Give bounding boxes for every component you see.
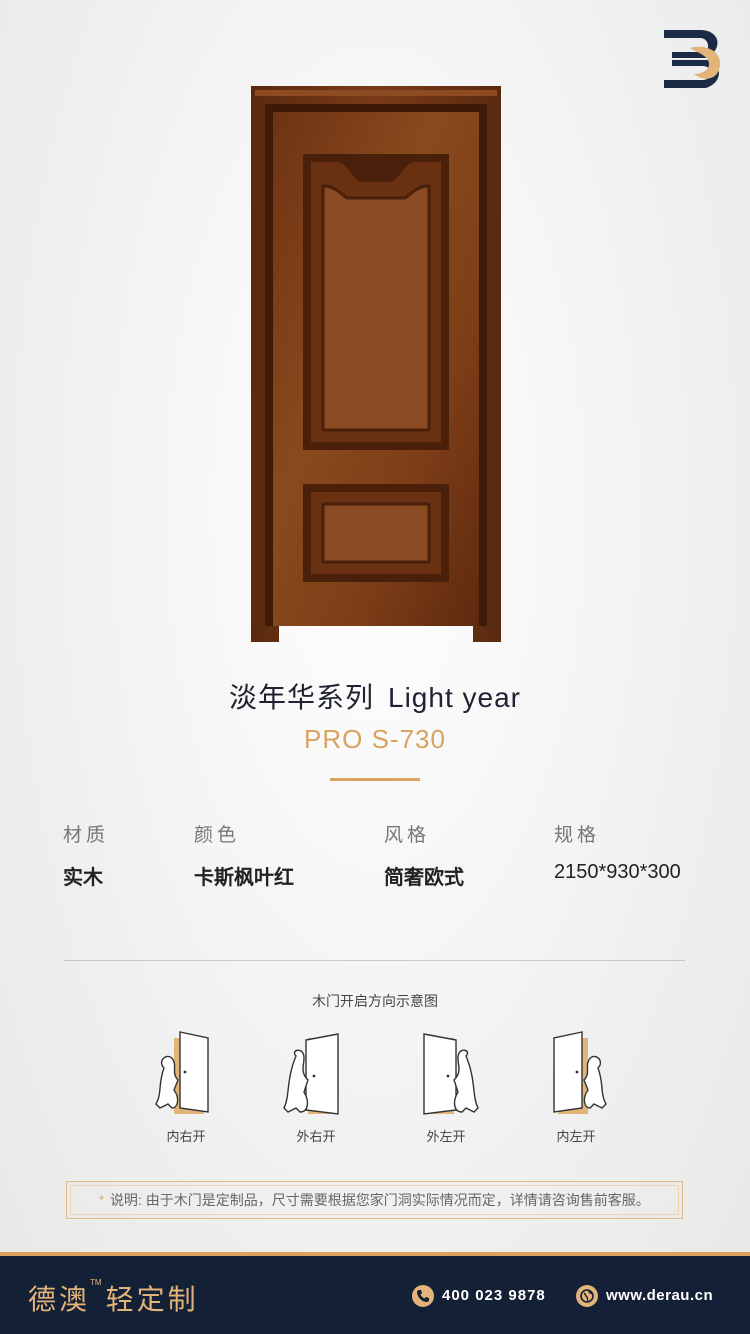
spec-label: 材质 [63,825,110,846]
spec-color: 颜色 卡斯枫叶红 [194,820,294,890]
direction-outer-right: 外右开 [280,1028,352,1145]
direction-label: 外左开 [426,1129,466,1144]
globe-icon [576,1285,598,1307]
direction-inner-right: 内右开 [150,1028,222,1145]
door-open-inner-left-icon [553,1031,607,1114]
phone-number[interactable]: 400 023 9878 [442,1287,546,1304]
brand-logo-icon [664,30,721,88]
custom-note: * 说明: 由于木门是定制品，尺寸需要根据您家门洞实际情况而定，详情请咨询售前客… [66,1181,683,1219]
spec-value: 卡斯枫叶红 [194,867,294,889]
product-title: 淡年华系列 Light year [0,676,750,716]
direction-label: 外右开 [296,1129,336,1144]
spec-label: 颜色 [194,825,241,846]
spec-value: 实木 [63,867,103,889]
note-text: 说明: 由于木门是定制品，尺寸需要根据您家门洞实际情况而定，详情请咨询售前客服。 [109,1192,650,1208]
door-open-outer-right-icon [283,1033,339,1115]
spec-style: 风格 简奢欧式 [384,820,464,890]
spec-label: 风格 [384,825,431,846]
spec-value: 2150*930*300 [554,861,681,883]
spec-value: 简奢欧式 [384,867,464,889]
direction-label: 内右开 [166,1129,206,1144]
brand-name: 德澳 [28,1284,91,1315]
series-en: Light year [388,682,521,713]
series-cn: 淡年华系列 [229,682,375,713]
footer-bar: 德澳TM轻定制 400 023 9878 www.derau.cn [0,1252,750,1334]
section-divider [64,960,685,961]
footer-brand: 德澳TM轻定制 [28,1278,199,1318]
product-model: PRO S-730 [304,724,446,754]
spec-label: 规格 [554,825,601,846]
direction-outer-left: 外左开 [410,1028,482,1145]
brand-suffix: 轻定制 [105,1284,199,1315]
phone-icon [412,1285,434,1307]
door-product-image [251,86,501,642]
door-open-inner-right-icon [155,1031,209,1114]
brand-tm: TM [90,1278,102,1287]
door-open-outer-left-icon [423,1033,479,1115]
direction-inner-left: 内左开 [540,1028,612,1145]
direction-label: 内左开 [556,1129,596,1144]
note-star: * [99,1193,104,1207]
spec-material: 材质 实木 [63,820,109,890]
website-link[interactable]: www.derau.cn [606,1287,713,1304]
spec-size: 规格 2150*930*300 [554,820,681,884]
diagram-title: 木门开启方向示意图 [312,993,438,1009]
title-underline [330,778,420,781]
